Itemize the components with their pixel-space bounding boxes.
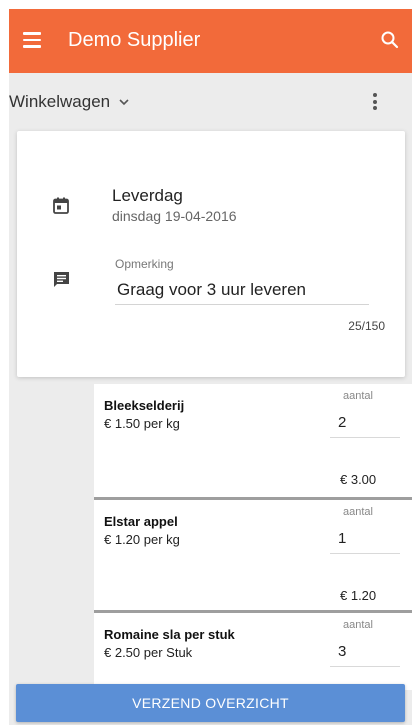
screen: Demo Supplier Winkelwagen Leverdag dinsd… (0, 0, 412, 725)
chevron-down-icon (119, 99, 129, 106)
quantity-label: aantal (343, 390, 373, 402)
product-row: Elstar appel € 1.20 per kg aantal € 1.20 (94, 497, 412, 610)
product-price: € 1.50 per kg (104, 416, 180, 431)
product-name: Elstar appel (104, 514, 178, 529)
app-title: Demo Supplier (68, 29, 201, 51)
product-price: € 2.50 per Stuk (104, 645, 193, 660)
delivery-card: Leverdag dinsdag 19-04-2016 Opmerking 25… (17, 131, 405, 377)
hamburger-menu-icon[interactable] (23, 32, 41, 48)
product-name: Bleekselderij (104, 398, 185, 413)
product-row: Romaine sla per stuk € 2.50 per Stuk aan… (94, 610, 412, 690)
delivery-day-label: Leverdag (112, 186, 183, 205)
cart-title: Winkelwagen (9, 92, 111, 111)
product-price: € 1.20 per kg (104, 532, 180, 547)
delivery-day-value[interactable]: dinsdag 19-04-2016 (112, 208, 237, 224)
product-total: € 1.20 (340, 588, 377, 603)
quantity-input[interactable] (330, 524, 400, 554)
send-overview-button[interactable]: VERZEND OVERZICHT (16, 684, 405, 722)
comment-icon (54, 272, 69, 287)
quantity-input[interactable] (330, 408, 400, 438)
product-row: Bleekselderij € 1.50 per kg aantal € 3.0… (94, 384, 412, 497)
search-icon[interactable] (380, 30, 400, 50)
cart-dropdown[interactable]: Winkelwagen (9, 92, 130, 112)
quantity-label: aantal (343, 619, 373, 631)
product-total: € 3.00 (340, 472, 377, 487)
app-bar: Demo Supplier (9, 9, 412, 73)
quantity-label: aantal (343, 506, 373, 518)
product-name: Romaine sla per stuk (104, 627, 235, 642)
comment-input[interactable] (115, 279, 369, 305)
calendar-icon (53, 197, 69, 214)
comment-char-counter: 25/150 (348, 319, 385, 333)
comment-label: Opmerking (115, 257, 174, 271)
more-vert-icon[interactable] (372, 93, 378, 113)
quantity-input[interactable] (330, 637, 400, 667)
